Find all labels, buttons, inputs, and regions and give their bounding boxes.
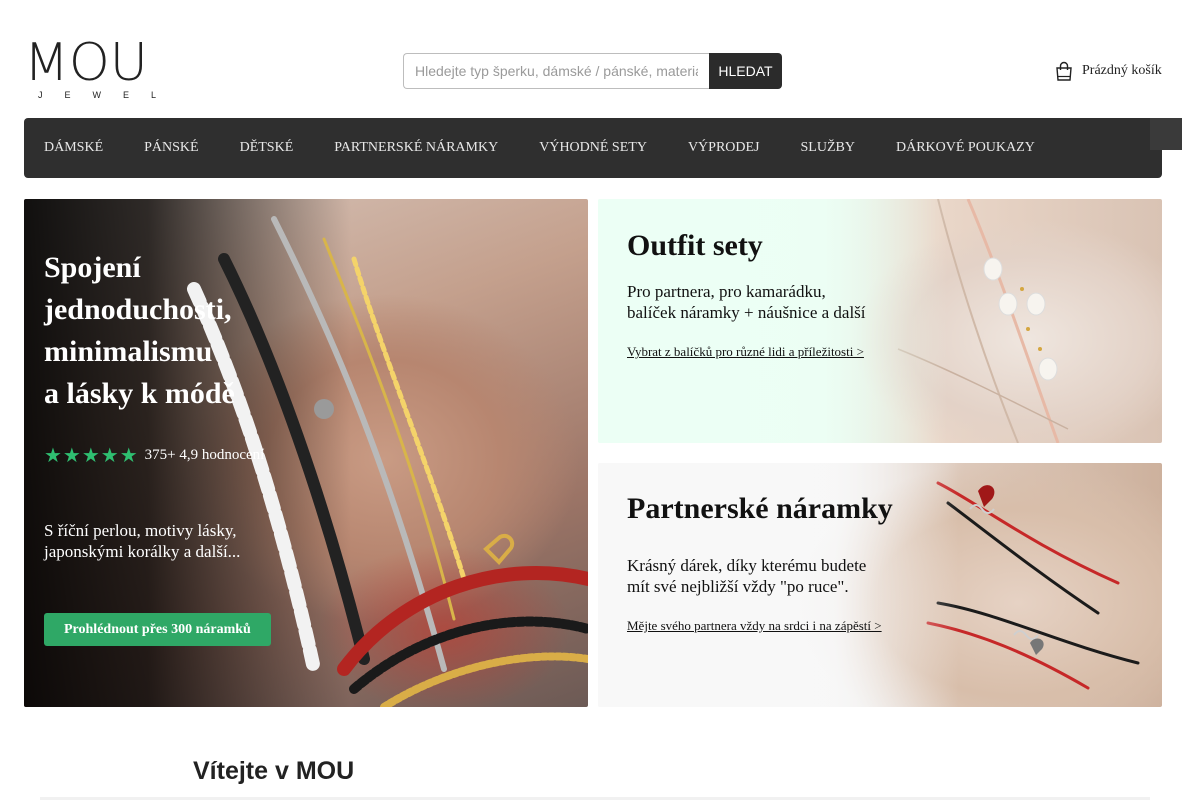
nav-item-detske[interactable]: Dětské bbox=[240, 140, 294, 156]
rating-stars-icon: ★★★★★ bbox=[44, 445, 139, 467]
promo-desc-line: Krásný dárek, díky kterému budete bbox=[627, 556, 867, 575]
promo-outfit-title: Outfit sety bbox=[627, 229, 763, 262]
promo-desc-line: balíček náramky + náušnice a další bbox=[627, 303, 866, 322]
promo-desc-line: mít své nejbližší vždy "po ruce". bbox=[627, 577, 849, 596]
promo-outfit-link[interactable]: Vybrat z balíčků pro různé lidi a přílež… bbox=[627, 344, 864, 360]
nav-item-partnerske-naramky[interactable]: Partnerské náramky bbox=[334, 140, 498, 156]
nav-item-sluzby[interactable]: Služby bbox=[801, 140, 855, 156]
mou-logo-mark: MOU bbox=[24, 38, 148, 84]
search-button[interactable]: HLEDAT bbox=[709, 53, 782, 89]
hero-desc-line: S říční perlou, motivy lásky, bbox=[44, 521, 237, 540]
rating-text: 375+ 4,9 hodnocení bbox=[144, 447, 265, 463]
browse-bracelets-button[interactable]: Prohlédnout přes 300 náramků bbox=[44, 613, 271, 646]
promo-partner-title: Partnerské náramky bbox=[627, 492, 893, 525]
hero-title: Spojení jednoduchosti, minimalismu a lás… bbox=[44, 247, 344, 415]
nav-item-damske[interactable]: Dámské bbox=[44, 140, 103, 156]
promo-partner-link[interactable]: Mějte svého partnera vždy na srdci i na … bbox=[627, 618, 882, 634]
cart-button[interactable]: Prázdný košík bbox=[1054, 61, 1162, 81]
promo-outfit-sets[interactable]: Outfit sety Pro partnera, pro kamarádku,… bbox=[598, 199, 1162, 443]
logo-subtitle: JEWEL bbox=[38, 90, 179, 100]
main-nav: Dámské Pánské Dětské Partnerské náramky … bbox=[24, 118, 1162, 178]
hero-description: S říční perlou, motivy lásky, japonskými… bbox=[44, 520, 344, 562]
cart-label: Prázdný košík bbox=[1082, 63, 1162, 78]
search-input[interactable] bbox=[403, 53, 709, 89]
site-header: MOU JEWEL HLEDAT Prázdný košík bbox=[0, 0, 1200, 118]
promo-partner-bracelets[interactable]: Partnerské náramky Krásný dárek, díky kt… bbox=[598, 463, 1162, 707]
site-logo[interactable]: MOU JEWEL bbox=[24, 38, 158, 102]
hero-title-line: jednoduchosti, bbox=[44, 293, 232, 326]
hero-title-line: minimalismu bbox=[44, 335, 213, 368]
nav-item-vyhodne-sety[interactable]: Výhodné sety bbox=[539, 140, 647, 156]
logo-text: MOU bbox=[24, 38, 148, 84]
nav-item-panske[interactable]: Pánské bbox=[144, 140, 198, 156]
hero-desc-line: japonskými korálky a další... bbox=[44, 542, 241, 561]
hero-title-line: Spojení bbox=[44, 251, 141, 284]
nav-item-darkove-poukazy[interactable]: Dárkové poukazy bbox=[896, 140, 1035, 156]
search-form: HLEDAT bbox=[403, 53, 782, 89]
promo-desc-line: Pro partnera, pro kamarádku, bbox=[627, 282, 826, 301]
promo-partner-description: Krásný dárek, díky kterému budete mít sv… bbox=[627, 555, 927, 597]
promo-outfit-description: Pro partnera, pro kamarádku, balíček nár… bbox=[627, 281, 927, 323]
shopping-bag-icon bbox=[1056, 61, 1072, 81]
hero-rating[interactable]: ★★★★★ 375+ 4,9 hodnocení bbox=[44, 443, 264, 468]
nav-item-vyprodej[interactable]: Výprodej bbox=[688, 140, 760, 156]
hero-title-line: a lásky k módě bbox=[44, 377, 235, 410]
side-panel-button[interactable] bbox=[1150, 118, 1182, 150]
welcome-heading: Vítejte v MOU bbox=[193, 757, 355, 785]
hero-banner: Spojení jednoduchosti, minimalismu a lás… bbox=[24, 199, 588, 707]
